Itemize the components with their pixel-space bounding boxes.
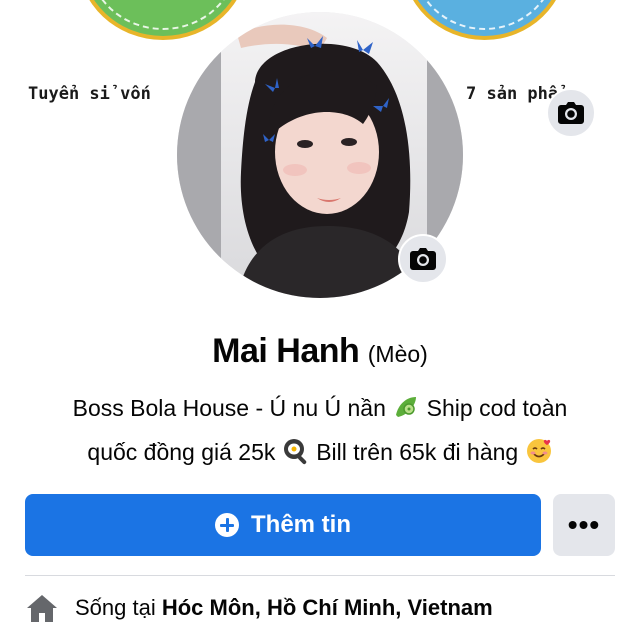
more-options-button[interactable]: ••• <box>553 494 615 556</box>
profile-name-row: Mai Hanh (Mèo) <box>0 332 640 371</box>
frying-pan-icon <box>283 439 307 465</box>
bio-text-2a: quốc đồng giá 25k <box>87 439 276 465</box>
edit-profile-picture-button[interactable] <box>398 234 448 284</box>
edit-cover-photo-button[interactable] <box>546 88 596 138</box>
profile-name: Mai Hanh <box>212 332 360 370</box>
cover-blue-badge <box>402 0 567 40</box>
cover-green-badge <box>78 0 248 40</box>
lives-in-prefix: Sống tại <box>75 595 156 620</box>
bio-text-1: Boss Bola House - Ú nu Ú nần <box>72 395 386 421</box>
smiling-face-with-hearts-icon <box>526 439 551 463</box>
home-icon <box>27 595 57 622</box>
add-story-label: Thêm tin <box>251 511 351 538</box>
bio-line-2: quốc đồng giá 25k Bill trên 65k đi hàng <box>20 430 620 474</box>
bio-line-1: Boss Bola House - Ú nu Ú nần Ship cod to… <box>20 386 620 430</box>
cover-text-left: Tuyển sỉ vốn <box>28 84 151 104</box>
bio-text-1-tail: Ship cod toàn <box>426 395 568 421</box>
plus-circle-icon <box>215 513 239 537</box>
add-story-button[interactable]: Thêm tin <box>25 494 541 556</box>
lives-in-row: Sống tại Hóc Môn, Hồ Chí Minh, Vietnam <box>25 590 625 626</box>
bio-text-2b: Bill trên 65k đi hàng <box>316 439 519 465</box>
lives-in-text: Sống tại Hóc Môn, Hồ Chí Minh, Vietnam <box>75 595 493 621</box>
profile-bio: Boss Bola House - Ú nu Ú nần Ship cod to… <box>20 386 620 474</box>
more-options-label: ••• <box>567 509 601 540</box>
cucumber-icon <box>396 397 417 417</box>
camera-icon <box>410 248 436 270</box>
profile-nickname: (Mèo) <box>367 341 428 367</box>
camera-icon <box>558 102 584 124</box>
lives-in-place[interactable]: Hóc Môn, Hồ Chí Minh, Vietnam <box>162 595 493 620</box>
section-divider <box>25 575 615 576</box>
